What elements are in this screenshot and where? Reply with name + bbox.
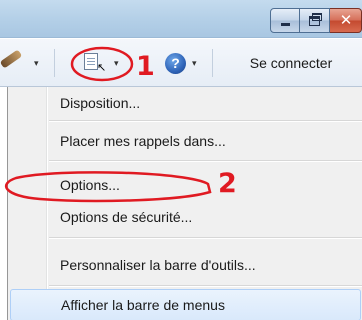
menu-separator <box>49 160 362 162</box>
menu-item-label: Options... <box>60 177 120 193</box>
help-dropdown-arrow[interactable]: ▾ <box>192 58 197 69</box>
menu-item-label: Personnaliser la barre d'outils... <box>60 257 256 273</box>
help-icon[interactable]: ? <box>165 53 186 74</box>
menu-item-disposition[interactable]: Disposition... <box>8 87 362 119</box>
paintbrush-icon[interactable] <box>0 49 23 69</box>
sign-in-button[interactable]: Se connecter <box>220 39 362 87</box>
title-bar: ✕ <box>0 0 362 38</box>
annotation-step-1: 1 <box>136 51 155 82</box>
paintbrush-dropdown-arrow[interactable]: ▾ <box>34 58 39 69</box>
caption-buttons: ✕ <box>270 8 362 33</box>
command-bar: ▾ ↖ ▾ ? ▾ Se connecter <box>0 39 362 87</box>
menu-separator <box>49 285 362 287</box>
toolbar-separator <box>212 49 213 77</box>
tools-menu-button[interactable]: ↖ ▾ <box>76 45 134 79</box>
tools-dropdown-menu: Disposition... Placer mes rappels dans..… <box>7 87 362 320</box>
menu-item-label: Options de sécurité... <box>60 209 193 225</box>
menu-item-afficher-barre-menus[interactable]: Afficher la barre de menus <box>10 289 361 320</box>
restore-button[interactable] <box>300 8 330 33</box>
menu-separator <box>49 120 362 122</box>
menu-item-options[interactable]: Options... <box>8 169 362 201</box>
close-icon: ✕ <box>339 12 353 29</box>
toolbar-separator <box>54 49 55 77</box>
minimize-button[interactable] <box>270 8 300 33</box>
page-tools-icon <box>84 53 98 70</box>
tools-dropdown-arrow: ▾ <box>114 58 119 68</box>
menu-separator <box>49 237 362 239</box>
close-button[interactable]: ✕ <box>330 8 362 33</box>
menu-item-placer-rappels[interactable]: Placer mes rappels dans... <box>8 125 362 157</box>
menu-item-label: Placer mes rappels dans... <box>60 133 226 149</box>
annotation-step-2: 2 <box>218 168 237 199</box>
menu-item-label: Afficher la barre de menus <box>61 297 225 313</box>
cursor-icon: ↖ <box>97 62 107 74</box>
restore-icon <box>309 16 320 26</box>
menu-item-personnaliser-barre[interactable]: Personnaliser la barre d'outils... <box>8 249 362 281</box>
minimize-icon <box>281 23 290 26</box>
menu-item-label: Disposition... <box>60 95 141 111</box>
menu-item-options-securite[interactable]: Options de sécurité... <box>8 201 362 233</box>
